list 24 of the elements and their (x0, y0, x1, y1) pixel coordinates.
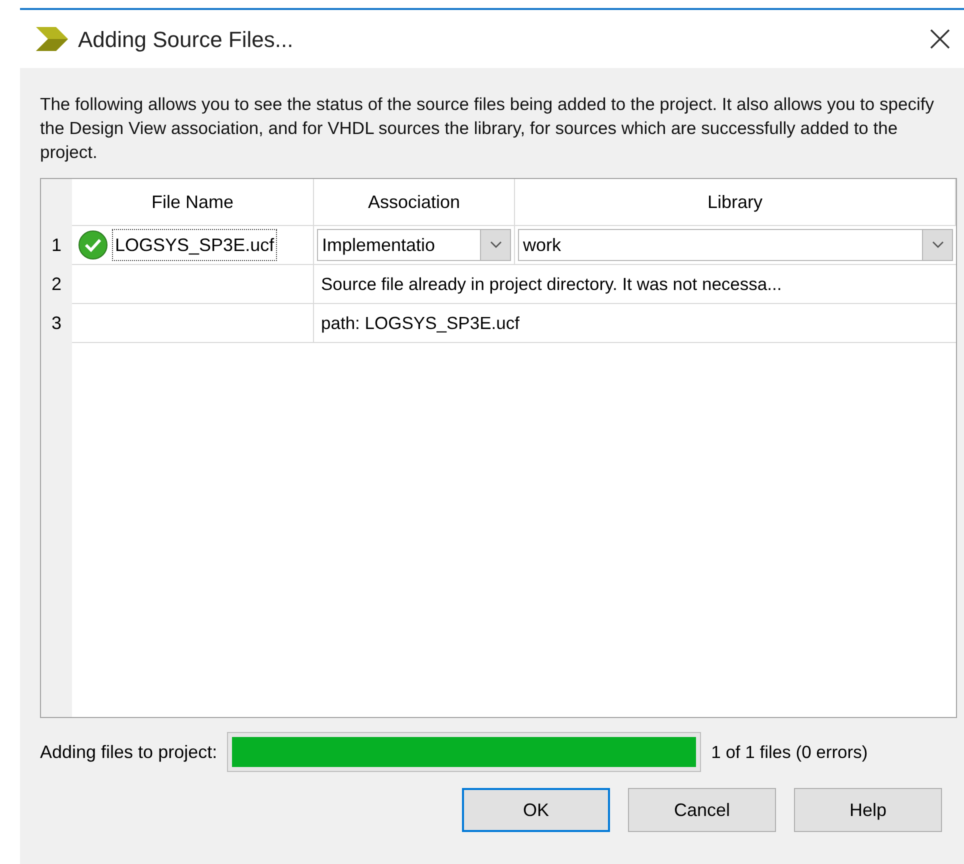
file-name-field[interactable]: LOGSYS_SP3E.ucf (112, 229, 278, 261)
dialog-button[interactable]: OK (462, 788, 610, 832)
progress-reading: 1 of 1 files (0 errors) (711, 740, 868, 764)
dropdown[interactable]: Implementatio (317, 229, 511, 261)
column-header[interactable]: Library (515, 179, 956, 225)
caret-icon (488, 240, 502, 250)
dropdown-value: Implementatio (321, 234, 436, 257)
caret-icon (930, 240, 944, 250)
window-title: Adding Source Files... (78, 26, 294, 54)
dropdown-value: work (522, 234, 562, 256)
app-logo-icon (34, 26, 70, 52)
description-text: The following allows you to see the status of the source files being added to the project. It also allows you to specify the Design View association, and for VHDL sources the library, for sources which are successfully added to the project. (40, 93, 935, 164)
progress-label: Adding files to project: (40, 740, 218, 764)
row-number: 1 (51, 234, 62, 257)
dialog-button[interactable]: Cancel (628, 788, 776, 832)
dropdown[interactable]: work (518, 229, 953, 261)
column-header[interactable]: File Name (72, 179, 314, 225)
row-number: 2 (51, 273, 62, 296)
dialog-button[interactable]: Help (794, 788, 942, 832)
row-number: 3 (51, 312, 62, 335)
message-text: path: LOGSYS_SP3E.ucf (321, 312, 520, 335)
message-text: Source file already in project directory. It was not necessa... (321, 272, 782, 296)
close-icon (929, 28, 951, 50)
column-header[interactable]: Association (314, 179, 515, 225)
